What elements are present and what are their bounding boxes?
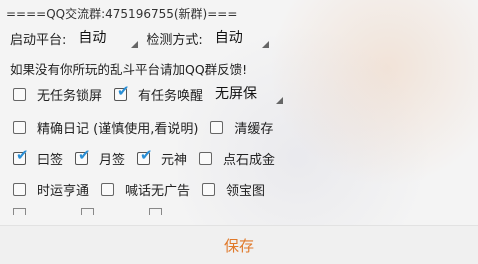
- dropdown-triangle-icon: [276, 97, 284, 104]
- option-row-1: 无任务锁屏 ✔ 有任务唤醒 无屏保: [13, 83, 284, 104]
- option-label: 精确日记 (谨慎使用,看说明): [37, 122, 199, 137]
- checkbox-stone-gold[interactable]: [199, 152, 213, 165]
- checkmark-icon: ✔: [16, 146, 29, 164]
- save-button[interactable]: 保存: [224, 235, 254, 256]
- clipped-checkbox[interactable]: [81, 208, 94, 215]
- checkmark-icon: ✔: [140, 146, 153, 164]
- checkmark-icon: ✔: [117, 81, 130, 100]
- clipped-checkbox[interactable]: [149, 208, 162, 215]
- settings-panel: ====QQ交流群:475196755(新群)=== 启动平台: 自动 检测方式…: [0, 0, 478, 225]
- checkbox-task-wake[interactable]: ✔: [114, 83, 130, 101]
- option-label: 时运亨通: [37, 184, 90, 199]
- platform-row: 启动平台: 自动 检测方式: 自动: [10, 28, 269, 48]
- option-label: 清缓存: [234, 122, 274, 137]
- option-row-4: 时运亨通 喊话无广告 领宝图: [13, 180, 277, 199]
- checkbox-precise-diary[interactable]: [13, 121, 26, 134]
- option-label: 喊话无广告: [125, 184, 191, 199]
- checkbox-no-task-lock[interactable]: [13, 87, 26, 101]
- detect-select[interactable]: 自动: [209, 28, 269, 48]
- option-label: 月签: [99, 153, 126, 168]
- checkbox-monthly-sign[interactable]: ✔: [75, 148, 91, 165]
- footer-bar: 保存: [0, 225, 478, 264]
- platform-select[interactable]: 自动: [72, 28, 139, 48]
- platform-label: 启动平台:: [10, 32, 67, 48]
- option-row-3: ✔ 曰签 ✔ 月签 ✔ 元神 点石成金: [13, 148, 287, 168]
- detect-select-value: 自动: [214, 30, 243, 46]
- detect-label: 检测方式:: [146, 32, 203, 48]
- checkbox-spirit[interactable]: ✔: [137, 148, 153, 165]
- clipped-option-row: [13, 208, 213, 215]
- option-label: 曰签: [37, 153, 64, 168]
- platform-select-value: 自动: [78, 30, 107, 46]
- dropdown-triangle-icon: [261, 41, 269, 48]
- clipped-checkbox[interactable]: [13, 208, 26, 215]
- dropdown-triangle-icon: [131, 41, 139, 48]
- checkbox-daily-sign[interactable]: ✔: [13, 148, 29, 165]
- screen-mode-select[interactable]: 无屏保: [209, 84, 284, 104]
- feedback-note: 如果没有你所玩的乱斗平台请加QQ群反馈!: [10, 62, 248, 77]
- qq-group-header: ====QQ交流群:475196755(新群)===: [6, 7, 238, 21]
- option-label: 无任务锁屏: [37, 88, 103, 104]
- checkbox-clear-cache[interactable]: [210, 121, 224, 134]
- option-label: 有任务唤醒: [138, 88, 204, 104]
- option-label: 点石成金: [223, 153, 276, 168]
- checkbox-good-fortune[interactable]: [13, 183, 26, 196]
- option-label: 元神: [161, 153, 188, 168]
- checkbox-no-ad-shout[interactable]: [101, 183, 115, 196]
- checkmark-icon: ✔: [78, 146, 91, 164]
- option-row-2: 精确日记 (谨慎使用,看说明) 清缓存: [13, 118, 285, 137]
- checkbox-treasure-map[interactable]: [202, 183, 216, 196]
- screen-mode-value: 无屏保: [215, 86, 258, 102]
- option-label: 领宝图: [226, 184, 266, 199]
